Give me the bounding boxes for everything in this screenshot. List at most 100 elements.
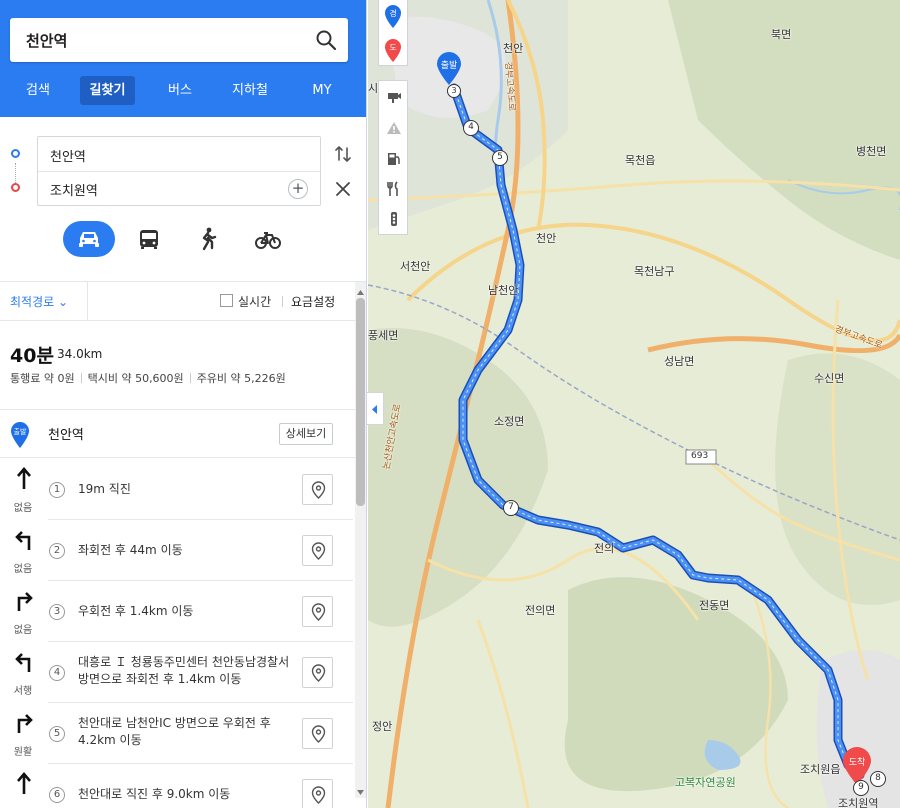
route-waypoint-marker[interactable]: 3 <box>447 84 461 98</box>
map-label: 소정면 <box>494 415 525 428</box>
scroll-up-icon[interactable] <box>357 285 364 295</box>
route-step[interactable]: 없음 1 19m 직진 <box>0 459 355 520</box>
route-waypoint-marker[interactable]: 5 <box>492 150 508 166</box>
step-locate-button[interactable] <box>302 474 333 505</box>
step-locate-button[interactable] <box>302 779 333 808</box>
cost-separator <box>80 373 82 383</box>
map-canvas <box>368 0 900 808</box>
route-shield: 693 <box>691 451 709 461</box>
straight-arrow-icon <box>12 770 36 796</box>
fuel-cost: 주유비 약 5,226원 <box>196 372 286 385</box>
route-waypoint-marker[interactable]: 4 <box>463 120 479 136</box>
traffic-status: 없음 <box>13 503 33 514</box>
route-step[interactable]: 원활 5 천안대로 남천안IC 방면으로 우회전 후 4.2km 이동 <box>0 703 355 764</box>
route-waypoint-marker[interactable]: 9 <box>853 780 869 796</box>
route-type-dropdown[interactable]: 최적경로 ⌄ <box>10 293 68 310</box>
step-instruction: 천안대로 남천안IC 방면으로 우회전 후 4.2km 이동 <box>78 716 271 747</box>
map-label: 고복자연공원 <box>675 776 736 789</box>
bike-icon <box>255 232 281 249</box>
step-instruction: 좌회전 후 44m 이동 <box>78 543 183 557</box>
start-point-row: 출발 천안역 상세보기 <box>0 410 355 458</box>
map-label: 조치원읍 <box>800 763 841 776</box>
top-bar: 검색 길찾기 버스 지하철 MY <box>0 0 366 117</box>
map-label: 시 <box>368 82 379 95</box>
fare-setting-button[interactable]: 요금설정 <box>291 293 335 310</box>
mode-walk-button[interactable] <box>182 221 234 257</box>
car-icon <box>79 232 99 247</box>
route-step[interactable]: 없음 3 우회전 후 1.4km 이동 <box>0 581 355 642</box>
mode-bike-button[interactable] <box>242 221 294 257</box>
warning-icon[interactable] <box>386 120 402 136</box>
destination-dot-icon <box>11 183 20 192</box>
detail-view-button[interactable]: 상세보기 <box>279 423 333 445</box>
swap-icon[interactable] <box>333 144 353 164</box>
gas-station-icon[interactable] <box>386 151 402 167</box>
mode-car-button[interactable] <box>63 221 115 257</box>
map-label: 남천안 <box>488 284 519 297</box>
tab-bus[interactable]: 버스 <box>152 76 208 105</box>
options-separator <box>282 296 283 307</box>
route-waypoint-marker[interactable]: 7 <box>503 500 519 516</box>
step-locate-button[interactable] <box>302 718 333 749</box>
route-options-bar: 최적경로 ⌄ 실시간 요금설정 <box>0 281 366 321</box>
start-marker-icon[interactable]: 출발 <box>434 52 464 86</box>
mode-transit-button[interactable] <box>123 221 175 257</box>
tab-search[interactable]: 검색 <box>10 76 66 105</box>
tab-my[interactable]: MY <box>298 76 346 105</box>
map-label: 전의면 <box>525 604 556 617</box>
restaurant-icon[interactable] <box>386 181 402 197</box>
input-divider <box>38 171 320 172</box>
step-locate-button[interactable] <box>302 535 333 566</box>
step-instruction: 대흥로 Ｉ 청룡동주민센터 천안동남경찰서 방면으로 좌회전 후 1.4km 이… <box>78 655 290 686</box>
start-pin-icon: 출발 <box>9 421 31 449</box>
route-step[interactable]: 없음 2 좌회전 후 44m 이동 <box>0 520 355 581</box>
traffic-light-icon[interactable] <box>386 211 402 227</box>
location-icon <box>311 542 326 560</box>
location-icon <box>311 786 326 804</box>
route-summary: 40분 34.0km 통행료 약 0원 택시비 약 50,600원 주유비 약 5,… <box>0 322 355 410</box>
location-icon <box>311 664 326 682</box>
route-step[interactable]: 서행 4 대흥로 Ｉ 청룡동주민센터 천안동남경찰서 방면으로 좌회전 후 1.… <box>0 642 355 703</box>
scroll-down-icon[interactable] <box>357 785 364 795</box>
step-number: 2 <box>49 543 65 559</box>
location-icon <box>311 725 326 743</box>
origin-dot-icon <box>11 149 20 158</box>
tab-directions[interactable]: 길찾기 <box>80 76 135 105</box>
step-number: 3 <box>49 604 65 620</box>
scrollbar-thumb[interactable] <box>356 298 365 506</box>
map-label: 목천남구 <box>634 265 675 278</box>
origin-input[interactable] <box>50 145 280 165</box>
route-step[interactable]: 6 천안대로 직진 후 9.0km 이동 <box>0 764 355 808</box>
map-route-badges: 경 도 <box>378 0 408 66</box>
map-label: 풍세면 <box>368 329 399 342</box>
search-input[interactable] <box>26 30 306 50</box>
turn-right-arrow-icon <box>12 587 36 613</box>
map-view[interactable]: 북면 병천면 목천읍 천안 천안 서천안 남천안 목천남구 풍세면 성남면 수신… <box>368 0 900 808</box>
route-distance: 34.0km <box>57 347 103 361</box>
start-point-name: 천안역 <box>48 428 84 443</box>
traffic-status: 서행 <box>13 686 33 697</box>
close-icon[interactable] <box>333 179 353 199</box>
step-locate-button[interactable] <box>302 657 333 688</box>
search-icon[interactable] <box>314 28 338 52</box>
cctv-icon[interactable] <box>386 89 402 105</box>
map-label: 천안 <box>536 232 557 245</box>
map-label: 정안 <box>372 720 393 733</box>
realtime-label: 실시간 <box>238 295 272 309</box>
realtime-checkbox[interactable] <box>220 294 233 307</box>
route-connector <box>15 163 16 183</box>
traffic-status: 원활 <box>13 747 33 758</box>
location-icon <box>311 481 326 499</box>
step-locate-button[interactable] <box>302 596 333 627</box>
tab-subway[interactable]: 지하철 <box>220 76 280 105</box>
cost-separator <box>189 373 191 383</box>
bus-icon <box>140 230 158 249</box>
destination-input[interactable] <box>50 179 280 199</box>
directions-panel: 검색 길찾기 버스 지하철 MY + <box>0 0 367 808</box>
add-waypoint-button[interactable]: + <box>288 179 308 199</box>
route-waypoint-marker[interactable]: 8 <box>870 771 886 787</box>
map-label: 성남면 <box>664 355 695 368</box>
collapse-panel-button[interactable] <box>367 392 384 425</box>
map-label: 목천읍 <box>625 154 656 167</box>
route-duration: 40분 <box>10 345 54 367</box>
